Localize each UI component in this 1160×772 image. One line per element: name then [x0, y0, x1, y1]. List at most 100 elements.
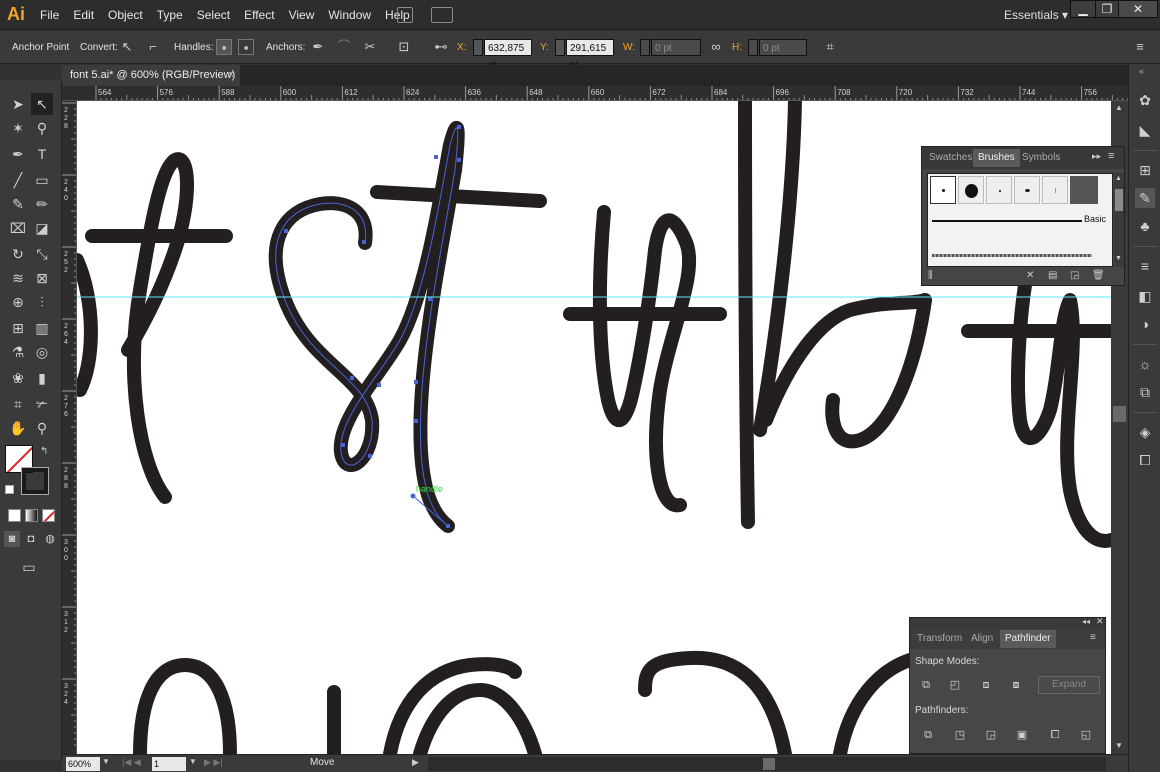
brush-swatch-3[interactable] [986, 176, 1012, 204]
gradient-icon[interactable]: ▥ [31, 317, 53, 339]
tab-align[interactable]: Align [966, 630, 998, 648]
pen-anchor-icon[interactable]: ✒ [310, 39, 326, 55]
menu-object[interactable]: Object [101, 0, 150, 30]
rectangle-tool-icon[interactable]: ▭ [31, 169, 53, 191]
appearance-icon[interactable]: ☼ [1135, 354, 1155, 374]
selection-tool-icon[interactable]: ➤ [7, 93, 29, 115]
tab-swatches[interactable]: Swatches [924, 149, 977, 167]
stroke-icon[interactable]: ≡ [1135, 256, 1155, 276]
expand-button[interactable]: Expand [1038, 676, 1100, 694]
gradient-mode-icon[interactable] [25, 509, 38, 522]
rotate-icon[interactable]: ↻ [7, 243, 29, 265]
y-spinner[interactable] [555, 39, 565, 56]
restore-button[interactable]: ❐ [1095, 0, 1119, 18]
scale-icon[interactable]: ⤡ [31, 243, 53, 265]
brushes-scrollbar[interactable]: ▲ ▼ [1114, 173, 1124, 267]
w-spinner[interactable] [640, 39, 650, 56]
artboard-field[interactable]: 1 [152, 757, 186, 771]
charcoal-brush-stroke[interactable] [932, 254, 1092, 257]
arrange-documents-icon[interactable] [431, 7, 453, 23]
new-brush-icon[interactable]: ◲ [1070, 270, 1079, 281]
swap-icon[interactable]: ↰ [40, 446, 48, 457]
convert-corner-icon[interactable]: ↖ [119, 39, 135, 55]
menu-view[interactable]: View [282, 0, 322, 30]
scroll-up-icon[interactable]: ▲ [1115, 175, 1122, 182]
x-spinner[interactable] [473, 39, 483, 56]
close-icon[interactable]: × [228, 65, 234, 86]
show-handles-icon[interactable]: ▪ [216, 39, 232, 55]
status-menu-icon[interactable]: ▶ [412, 757, 419, 768]
symbols-icon[interactable]: ♣ [1135, 216, 1155, 236]
minus-front-icon[interactable]: ◰ [946, 676, 964, 694]
screen-mode-icon[interactable]: ▭ [18, 556, 40, 578]
artboard-dropdown-icon[interactable]: ▼ [189, 757, 197, 766]
draw-behind-icon[interactable]: ◘ [23, 531, 39, 547]
slice-tool-icon[interactable]: ✃ [31, 393, 53, 415]
blend-icon[interactable]: ◎ [31, 341, 53, 363]
paintbrush-icon[interactable]: ✎ [7, 193, 29, 215]
tab-pathfinder[interactable]: Pathfinder [1000, 630, 1056, 648]
width-tool-icon[interactable]: ≋ [7, 267, 29, 289]
isolate-icon[interactable]: ⌗ [822, 39, 838, 55]
pencil-icon[interactable]: ✏ [31, 193, 53, 215]
lasso-icon[interactable]: ⚲ [31, 117, 53, 139]
brushes-scroll-thumb[interactable] [1115, 189, 1123, 211]
tab-transform[interactable]: Transform [912, 630, 967, 648]
zoom-dropdown-icon[interactable]: ▼ [102, 757, 110, 766]
unite-icon[interactable]: ⧉ [917, 676, 935, 694]
last-artboard-icon[interactable]: ▶ ▶| [204, 757, 223, 768]
direct-selection-tool-icon[interactable]: ↖ [31, 93, 53, 115]
hscroll-thumb[interactable] [763, 758, 775, 770]
merge-icon[interactable]: ◲ [982, 726, 1000, 744]
graph-tool-icon[interactable]: ▮ [31, 367, 53, 389]
draw-inside-icon[interactable]: ◍ [42, 531, 58, 547]
brush-swatch-1[interactable] [930, 176, 956, 204]
eyedropper-icon[interactable]: ⚗ [7, 341, 29, 363]
document-tab[interactable]: font 5.ai* @ 600% (RGB/Preview) × [62, 65, 240, 86]
basic-brush-stroke[interactable] [932, 220, 1082, 222]
shape-builder-icon[interactable]: ⊕ [7, 291, 29, 313]
color-panel-icon[interactable]: ✿ [1135, 90, 1155, 110]
minus-back-icon[interactable]: ◱ [1077, 726, 1095, 744]
scroll-down-icon[interactable]: ▼ [1115, 255, 1122, 262]
workspace-switcher[interactable]: Essentials ▾ [1004, 0, 1068, 30]
delete-brush-icon[interactable]: 🗑 [1092, 270, 1105, 281]
menu-effect[interactable]: Effect [237, 0, 281, 30]
convert-smooth-icon[interactable]: ⌐ [145, 39, 161, 55]
h-spinner[interactable] [748, 39, 758, 56]
gradient-panel-icon[interactable]: ◧ [1135, 286, 1155, 306]
scroll-down-icon[interactable]: ▼ [1115, 741, 1123, 750]
menu-edit[interactable]: Edit [66, 0, 101, 30]
artboard-tool-icon[interactable]: ⌗ [7, 393, 29, 415]
brush-libraries-icon[interactable]: ⫼ [928, 270, 933, 281]
cut-path-icon[interactable]: ✂ [362, 39, 378, 55]
tab-brushes[interactable]: Brushes [973, 149, 1020, 167]
connect-anchor-icon[interactable]: ⌒ [336, 39, 352, 55]
scroll-thumb[interactable] [1113, 406, 1126, 422]
h-field[interactable]: 0 pt [759, 39, 807, 56]
blob-brush-icon[interactable]: ⌧ [7, 217, 29, 239]
graphic-styles-icon[interactable]: ⧉ [1135, 382, 1155, 402]
type-tool-icon[interactable]: T [31, 143, 53, 165]
menu-type[interactable]: Type [150, 0, 190, 30]
artboards-icon[interactable]: ⧠ [1135, 450, 1155, 470]
swatches-icon[interactable]: ⊞ [1135, 160, 1155, 180]
x-field[interactable]: 632,875 pt [484, 39, 532, 71]
none-mode-icon[interactable] [42, 509, 55, 522]
close-icon[interactable]: ✕ [1096, 616, 1104, 627]
reference-point-icon[interactable]: ⊡ [396, 39, 412, 55]
pen-tool-icon[interactable]: ✒ [7, 143, 29, 165]
panel-menu-icon[interactable]: ≡ [1108, 150, 1114, 162]
menu-select[interactable]: Select [190, 0, 237, 30]
perspective-grid-icon[interactable]: ⫶ [31, 291, 53, 313]
scroll-up-icon[interactable]: ▲ [1115, 103, 1123, 112]
zoom-tool-icon[interactable]: ⚲ [31, 417, 53, 439]
mesh-icon[interactable]: ⊞ [7, 317, 29, 339]
default-colors-icon[interactable] [5, 485, 14, 494]
bridge-icon[interactable] [397, 7, 413, 23]
intersect-icon[interactable]: ⧈ [977, 676, 995, 694]
color-guide-icon[interactable]: ◣ [1135, 120, 1155, 140]
draw-normal-icon[interactable]: ◙ [4, 531, 20, 547]
brushes-icon[interactable]: ✎ [1135, 188, 1155, 208]
menu-window[interactable]: Window [321, 0, 378, 30]
